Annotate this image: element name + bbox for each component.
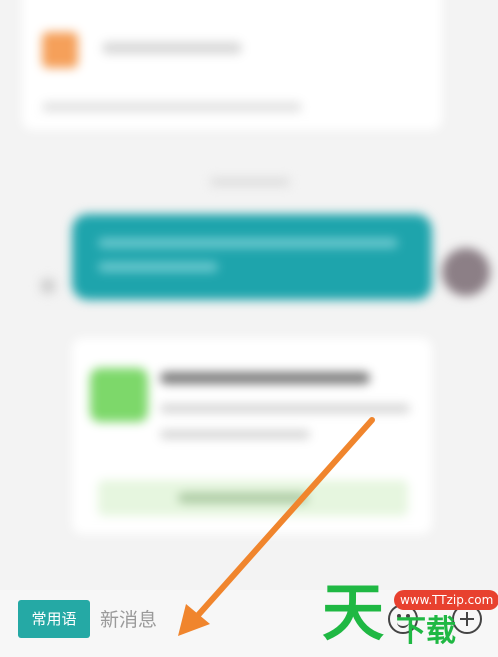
watermark-logo-char: 天 — [322, 576, 385, 649]
card-action-button[interactable] — [98, 480, 408, 516]
service-title-blurred — [102, 42, 242, 54]
common-phrases-button[interactable]: 常用语 — [18, 600, 90, 638]
outgoing-message-bubble[interactable] — [72, 214, 432, 300]
card-desc-blurred — [160, 430, 310, 439]
message-status-dot — [40, 278, 56, 294]
service-icon — [42, 32, 78, 68]
service-desc-blurred — [42, 102, 302, 112]
site-watermark: 天 www.TTzip.com 下载 — [318, 576, 498, 654]
avatar[interactable] — [442, 248, 490, 296]
watermark-subtext: 下载 — [396, 614, 456, 649]
mini-program-icon — [90, 368, 148, 422]
mini-program-card[interactable] — [72, 338, 432, 534]
chat-screen: 常用语 新消息 天 www.TTzip.com 下载 — [0, 0, 498, 657]
message-timestamp-blurred — [210, 178, 290, 186]
card-desc-blurred — [160, 404, 410, 413]
card-title-blurred — [160, 372, 370, 384]
message-text-blurred — [98, 238, 398, 248]
message-text-blurred — [98, 262, 218, 272]
card-action-label-blurred — [178, 493, 308, 503]
chat-history[interactable] — [0, 0, 498, 590]
watermark-url: www.TTzip.com — [394, 590, 498, 610]
service-card[interactable] — [22, 0, 442, 130]
